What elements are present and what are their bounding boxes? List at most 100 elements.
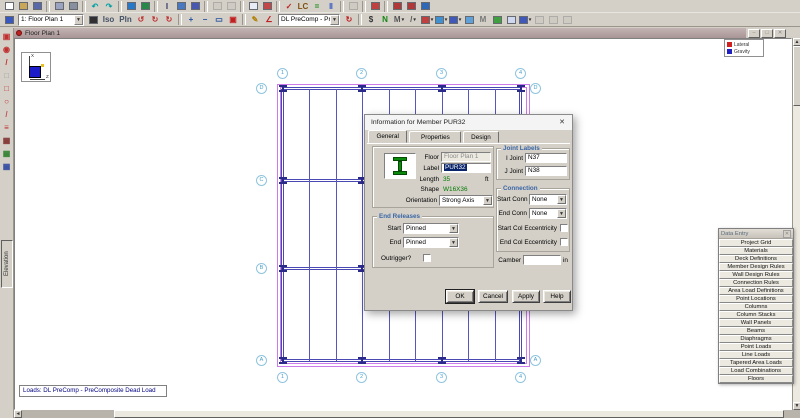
view-window-icon[interactable]: ▣ — [1, 31, 13, 42]
data-entry-button-connection-rules[interactable]: Connection Rules — [719, 279, 793, 287]
globe-icon[interactable] — [125, 0, 138, 12]
report3-icon[interactable] — [405, 0, 418, 12]
help-button[interactable]: Help — [543, 290, 571, 303]
outrigger-checkbox[interactable] — [423, 254, 431, 262]
start-ecc-checkbox[interactable] — [560, 224, 568, 232]
grid-red-icon[interactable]: ▦ — [1, 135, 13, 146]
data-entry-button-floors[interactable]: Floors — [719, 375, 793, 383]
data-entry-button-project-grid[interactable]: Project Grid — [719, 239, 793, 247]
copy-icon[interactable] — [53, 0, 66, 12]
tab-properties[interactable]: Properties — [409, 131, 461, 143]
panel-tool-icon[interactable]: ▾ — [449, 14, 462, 26]
tab-design[interactable]: Design — [463, 131, 498, 143]
refresh-icon[interactable]: ↻ — [343, 14, 356, 26]
chevron-down-icon[interactable]: ▾ — [529, 17, 532, 23]
plan-view-button[interactable]: Pln — [118, 14, 134, 26]
iso-view-button[interactable]: Iso — [101, 14, 117, 26]
chevron-down-icon[interactable]: ▾ — [459, 17, 462, 23]
hash-tool-icon[interactable]: ≡ — [1, 122, 13, 133]
zoom-out-icon[interactable]: − — [199, 14, 212, 26]
print-icon[interactable] — [67, 0, 80, 12]
open-folder-icon[interactable] — [17, 0, 30, 12]
data-entry-button-area-load-definitions[interactable]: Area Load Definitions — [719, 287, 793, 295]
report2-icon[interactable] — [391, 0, 404, 12]
grid-green-icon[interactable]: ▦ — [1, 148, 13, 159]
scroll-down-icon[interactable]: ▼ — [793, 402, 800, 410]
angle-icon[interactable]: ∠ — [263, 14, 276, 26]
members-icon[interactable] — [139, 0, 152, 12]
tab-general[interactable]: General — [368, 130, 407, 143]
render-icon[interactable] — [87, 14, 100, 26]
data-entry-titlebar[interactable]: Data Entry ✕ — [719, 229, 793, 239]
data-entry-button-column-stacks[interactable]: Column Stacks — [719, 311, 793, 319]
save-view-icon[interactable] — [189, 0, 202, 12]
start-release-select[interactable]: Pinned▼ — [403, 223, 459, 234]
undo-icon[interactable]: ↶ — [89, 0, 102, 12]
elevation-tab[interactable]: Elevation — [1, 240, 13, 288]
chevron-down-icon[interactable]: ▼ — [449, 224, 458, 233]
vscroll-thumb[interactable] — [793, 46, 800, 106]
label-field[interactable]: PUR32 — [441, 163, 491, 173]
cancel-button[interactable]: Cancel — [478, 290, 508, 303]
data-entry-button-line-loads[interactable]: Line Loads — [719, 351, 793, 359]
dollar-icon[interactable]: $ — [365, 14, 378, 26]
chevron-down-icon[interactable]: ▾ — [431, 17, 434, 23]
save-icon[interactable] — [31, 0, 44, 12]
pencil-icon[interactable]: ✎ — [249, 14, 262, 26]
chevron-down-icon[interactable]: ▾ — [413, 17, 416, 23]
data-entry-button-columns[interactable]: Columns — [719, 303, 793, 311]
chevron-down-icon[interactable]: ▼ — [449, 238, 458, 247]
data-entry-button-point-locations[interactable]: Point Locations — [719, 295, 793, 303]
data-entry-button-deck-definitions[interactable]: Deck Definitions — [719, 255, 793, 263]
data-entry-button-load-combinations[interactable]: Load Combinations — [719, 367, 793, 375]
box-tool-icon[interactable]: □ — [1, 83, 13, 94]
data-entry-button-wall-panels[interactable]: Wall Panels — [719, 319, 793, 327]
chevron-down-icon[interactable]: ▼ — [557, 209, 566, 218]
dialog-titlebar[interactable]: Information for Member PUR32 — [365, 115, 572, 130]
image-tool-icon[interactable] — [491, 14, 504, 26]
chevron-down-icon[interactable]: ▼ — [557, 195, 566, 204]
dialog-close-icon[interactable]: ✕ — [556, 117, 568, 128]
column-tool-icon[interactable]: I — [161, 0, 174, 12]
chevron-down-icon[interactable]: ▼ — [483, 196, 492, 205]
camber-field[interactable] — [523, 255, 561, 265]
restore-button[interactable]: □ — [761, 29, 773, 38]
minimize-button[interactable]: – — [748, 29, 760, 38]
rotate-right-icon[interactable]: ↻ — [149, 14, 162, 26]
chevron-down-icon[interactable]: ▾ — [445, 17, 448, 23]
load-case-select[interactable]: DL PreComp - Pr▼ — [278, 14, 340, 26]
new-window-icon[interactable] — [175, 0, 188, 12]
target-icon[interactable]: ◉ — [1, 44, 13, 55]
view-settings-icon[interactable] — [3, 14, 16, 26]
data-entry-button-diaphragms[interactable]: Diaphragms — [719, 335, 793, 343]
data-entry-button-materials[interactable]: Materials — [719, 247, 793, 255]
circle-tool-icon[interactable]: ○ — [1, 96, 13, 107]
ok-button[interactable]: OK — [446, 290, 474, 303]
zoom-extents-icon[interactable]: ▣ — [227, 14, 240, 26]
zoom-in-icon[interactable]: + — [185, 14, 198, 26]
report-icon[interactable] — [369, 0, 382, 12]
slash-tool-icon[interactable]: / — [1, 57, 13, 68]
scroll-left-icon[interactable]: ◄ — [14, 410, 22, 418]
data-entry-button-beams[interactable]: Beams — [719, 327, 793, 335]
grid-view-icon[interactable] — [247, 0, 260, 12]
data-entry-button-point-loads[interactable]: Point Loads — [719, 343, 793, 351]
i-joint-field[interactable]: N37 — [525, 153, 567, 163]
chevron-down-icon[interactable]: ▼ — [330, 15, 339, 25]
check-icon[interactable]: ✓ — [283, 0, 296, 12]
j-joint-field[interactable]: N38 — [525, 166, 567, 176]
scroll-up-icon[interactable]: ▲ — [793, 38, 800, 46]
frame-tool-icon[interactable]: □ — [1, 70, 13, 81]
deck-tool-icon[interactable]: ▾ — [435, 14, 448, 26]
line-tool-icon[interactable]: /▾ — [407, 14, 420, 26]
chevron-down-icon[interactable]: ▾ — [402, 17, 405, 23]
zoom-window-icon[interactable]: ▭ — [213, 14, 226, 26]
close-button[interactable]: ✕ — [774, 29, 786, 38]
hscroll-thumb[interactable] — [114, 410, 784, 418]
beam-tool-icon[interactable]: ▾ — [421, 14, 434, 26]
columns-tool-icon[interactable]: ▾ — [519, 14, 532, 26]
equals-icon[interactable]: = — [311, 0, 324, 12]
data-entry-button-tapered-area-loads[interactable]: Tapered Area Loads — [719, 359, 793, 367]
clock-icon[interactable] — [463, 14, 476, 26]
web-globe-icon[interactable] — [419, 0, 432, 12]
